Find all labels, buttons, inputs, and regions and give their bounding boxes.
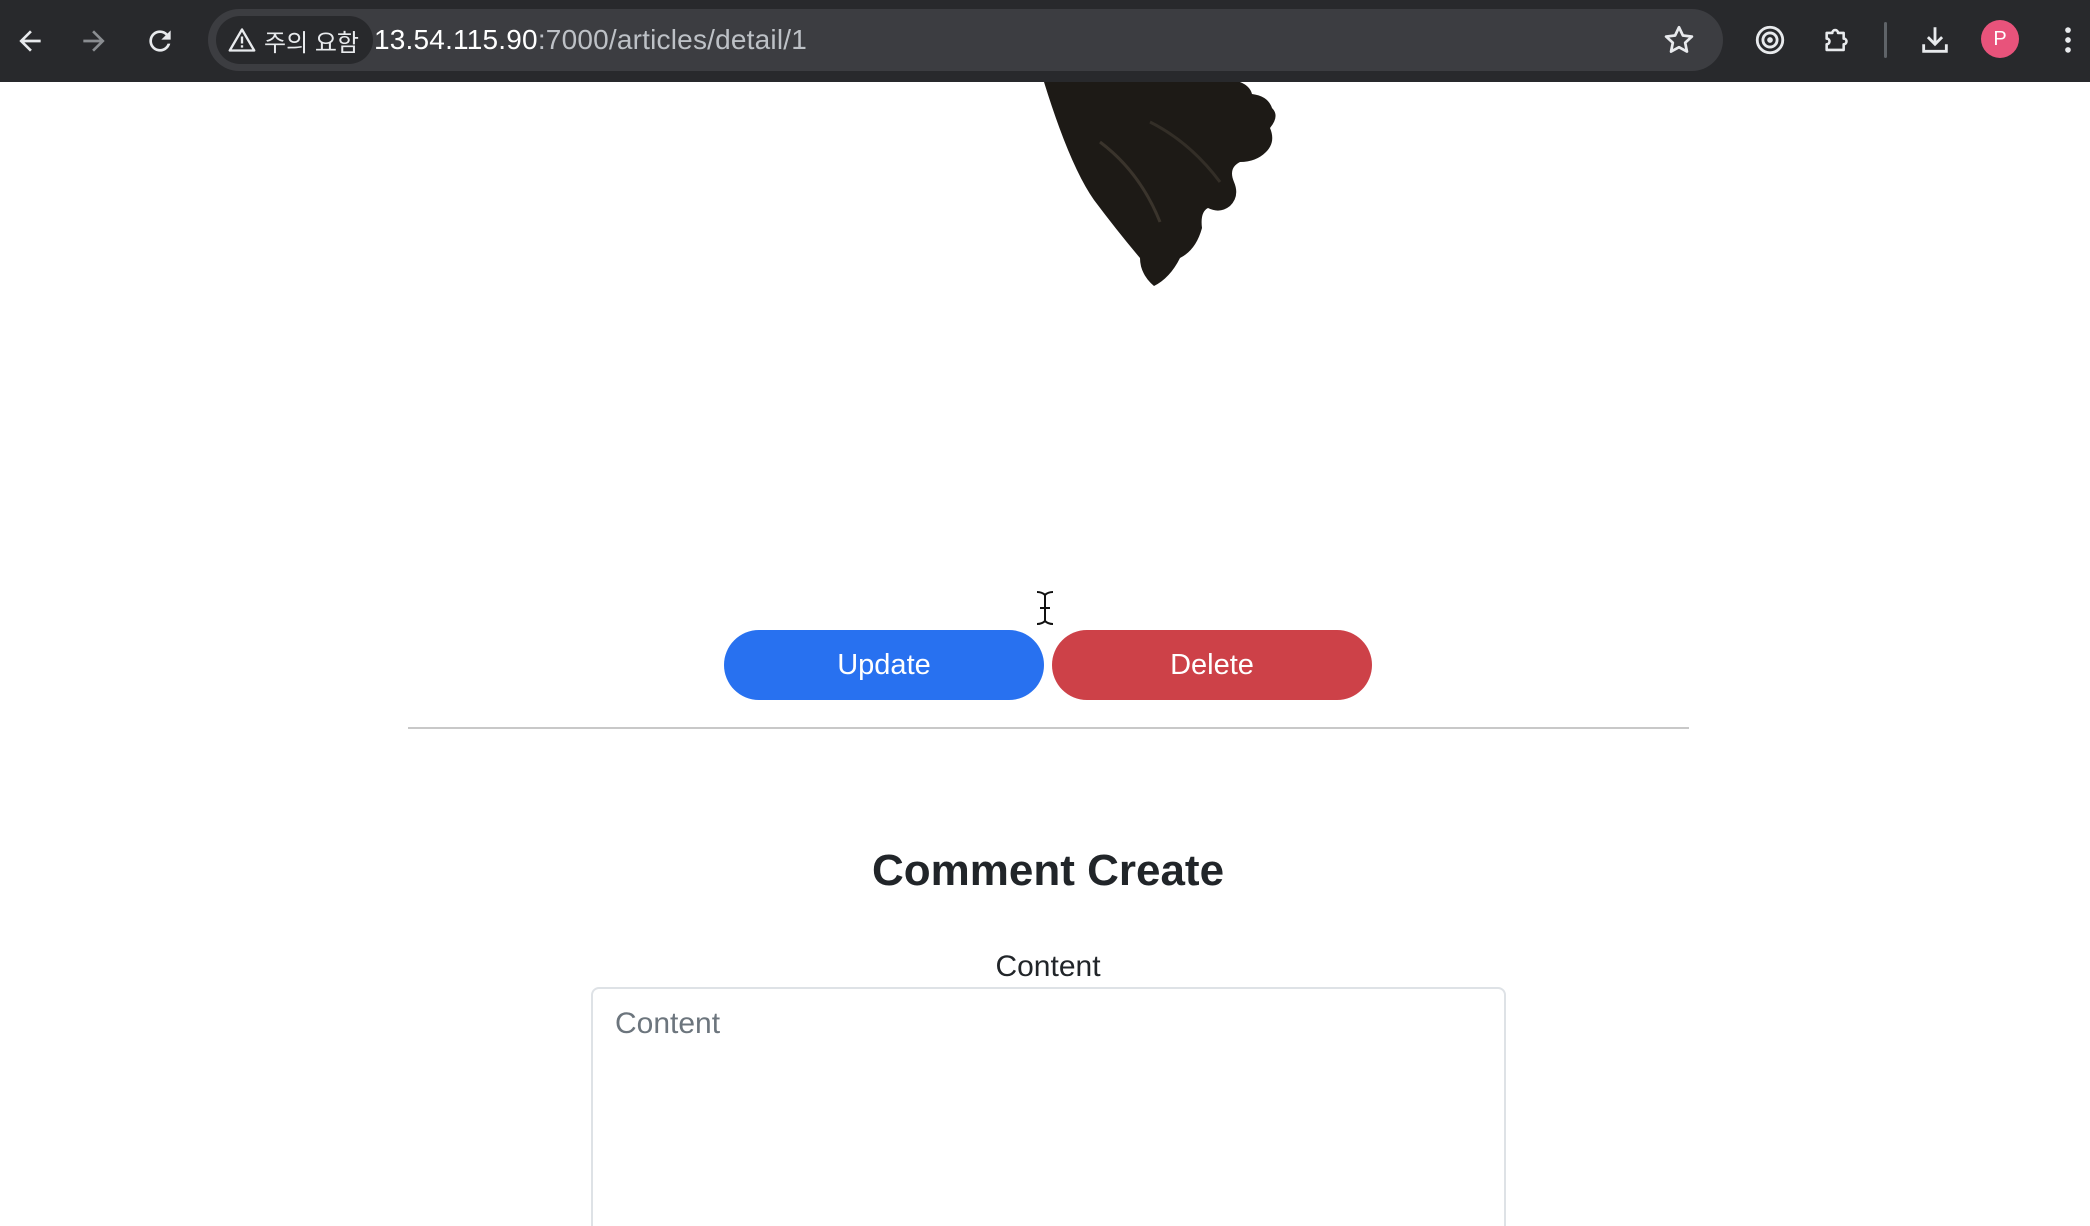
text-cursor-icon: [1036, 591, 1054, 625]
security-label: 주의 요함: [264, 29, 359, 57]
download-icon: [1922, 27, 1948, 53]
comment-content-textarea[interactable]: [591, 987, 1506, 1226]
address-bar[interactable]: 주의 요함 13.54.115.90:7000/articles/detail/…: [208, 9, 1723, 71]
section-divider: [408, 727, 1689, 729]
toolbar-separator: [1884, 22, 1887, 58]
downloads-button[interactable]: [1915, 20, 1955, 60]
comment-create-title: Comment Create: [871, 846, 1225, 895]
menu-button[interactable]: [2048, 20, 2088, 60]
target-icon: [1755, 25, 1785, 55]
article-image: [1044, 82, 1276, 286]
security-chip[interactable]: 주의 요함: [216, 16, 373, 64]
warning-icon: [228, 28, 256, 52]
reload-button[interactable]: [134, 15, 186, 67]
delete-button[interactable]: Delete: [1052, 630, 1372, 700]
lens-button[interactable]: [1750, 20, 1790, 60]
bookmark-star-icon[interactable]: [1661, 22, 1697, 58]
url-path: :7000/articles/detail/1: [537, 24, 808, 55]
forward-button[interactable]: [68, 15, 120, 67]
browser-toolbar: 주의 요함 13.54.115.90:7000/articles/detail/…: [0, 0, 2090, 82]
url-host: 13.54.115.90: [374, 24, 538, 55]
page-content: Update Delete Comment Create Content: [0, 82, 2090, 1226]
arrow-left-icon: [19, 30, 41, 52]
extensions-button[interactable]: [1818, 20, 1858, 60]
url-text[interactable]: 13.54.115.90:7000/articles/detail/1: [374, 9, 807, 71]
back-button[interactable]: [4, 15, 56, 67]
profile-avatar[interactable]: P: [1981, 20, 2019, 58]
reload-icon: [149, 30, 171, 52]
content-label: Content: [995, 950, 1101, 983]
more-vert-icon: [2065, 27, 2071, 53]
arrow-right-icon: [83, 30, 105, 52]
puzzle-icon: [1825, 28, 1848, 52]
update-button[interactable]: Update: [724, 630, 1044, 700]
